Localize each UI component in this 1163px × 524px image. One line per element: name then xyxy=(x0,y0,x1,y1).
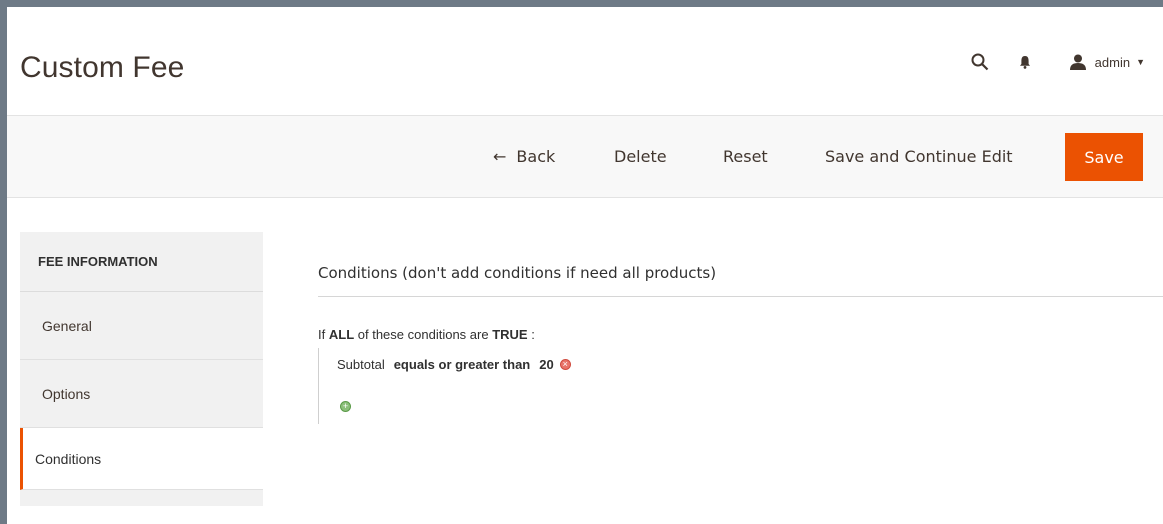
sidebar-item-label: Options xyxy=(42,385,91,402)
condition-value[interactable]: 20 xyxy=(539,357,553,372)
rule-prefix: If xyxy=(318,327,326,342)
bell-icon[interactable] xyxy=(1019,55,1031,69)
chevron-down-icon: ▼ xyxy=(1136,57,1145,67)
sidebar-item-general[interactable]: General xyxy=(20,292,263,360)
rule-aggregator[interactable]: ALL xyxy=(329,327,354,342)
remove-condition-icon[interactable]: × xyxy=(559,359,571,370)
section-title: Conditions (don't add conditions if need… xyxy=(318,264,717,282)
conditions-bracket xyxy=(318,348,322,424)
page-title: Custom Fee xyxy=(20,51,185,84)
admin-menu[interactable]: admin ▼ xyxy=(1069,54,1145,70)
reset-button[interactable]: Reset xyxy=(723,146,768,168)
condition-row: Subtotal equals or greater than 20 × xyxy=(337,357,571,372)
section-divider xyxy=(318,296,1163,297)
rule-statement: If ALL of these conditions are TRUE : xyxy=(318,327,535,342)
condition-attribute: Subtotal xyxy=(337,357,385,372)
admin-username: admin xyxy=(1094,54,1131,70)
save-and-continue-button[interactable]: Save and Continue Edit xyxy=(825,146,1013,168)
rule-suffix: : xyxy=(531,327,535,342)
sidebar-item-label: General xyxy=(42,317,92,334)
back-label: Back xyxy=(516,147,556,166)
arrow-left-icon: ← xyxy=(493,147,507,166)
delete-button[interactable]: Delete xyxy=(614,146,667,168)
user-icon xyxy=(1069,54,1087,70)
sidebar-title: FEE INFORMATION xyxy=(20,232,263,292)
header-tools: admin ▼ xyxy=(971,47,1145,77)
condition-operator[interactable]: equals or greater than xyxy=(394,357,531,372)
sidebar-item-label: Conditions xyxy=(35,450,102,467)
page-header: Custom Fee admin ▼ xyxy=(7,7,1163,115)
sidebar: FEE INFORMATION General Options Conditio… xyxy=(20,232,263,506)
search-icon[interactable] xyxy=(971,53,989,71)
add-condition-icon[interactable]: + xyxy=(340,401,351,412)
back-button[interactable]: ← Back xyxy=(493,146,555,168)
rule-value[interactable]: TRUE xyxy=(492,327,527,342)
save-button[interactable]: Save xyxy=(1065,133,1143,181)
sidebar-item-conditions[interactable]: Conditions xyxy=(20,428,263,490)
rule-middle: of these conditions are xyxy=(357,327,489,342)
sidebar-item-options[interactable]: Options xyxy=(20,360,263,428)
page-actions: ← Back Delete Reset Save and Continue Edi… xyxy=(7,115,1163,198)
